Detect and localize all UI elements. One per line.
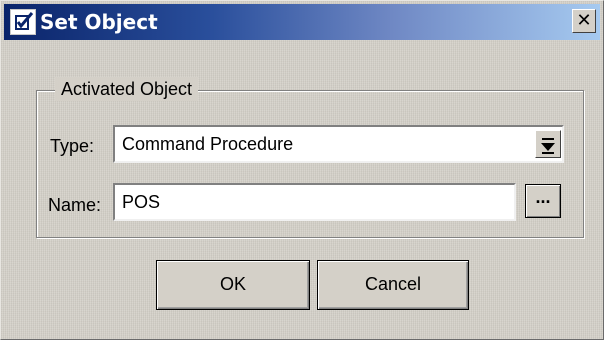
close-button[interactable]: ✕: [572, 9, 596, 33]
close-icon: ✕: [576, 10, 592, 31]
browse-button[interactable]: ...: [525, 184, 561, 218]
title-bar[interactable]: Set Object ✕: [4, 4, 600, 40]
type-label: Type:: [50, 136, 95, 156]
browse-ellipsis-icon: ...: [535, 187, 551, 207]
group-legend: Activated Object: [55, 77, 199, 101]
type-select[interactable]: Command Procedure: [113, 125, 564, 163]
name-input[interactable]: POS: [113, 183, 516, 221]
type-select-value: Command Procedure: [122, 134, 294, 154]
dropdown-arrow-icon: [541, 138, 555, 154]
name-input-value: POS: [122, 192, 161, 212]
cancel-button[interactable]: Cancel: [317, 260, 469, 310]
name-label: Name:: [48, 195, 102, 215]
type-dropdown-button[interactable]: [535, 130, 561, 158]
set-object-dialog: Set Object ✕ Activated Object Type: Comm…: [0, 0, 604, 340]
ok-button[interactable]: OK: [156, 260, 310, 310]
window-title: Set Object: [40, 10, 158, 34]
app-icon: [10, 9, 36, 35]
